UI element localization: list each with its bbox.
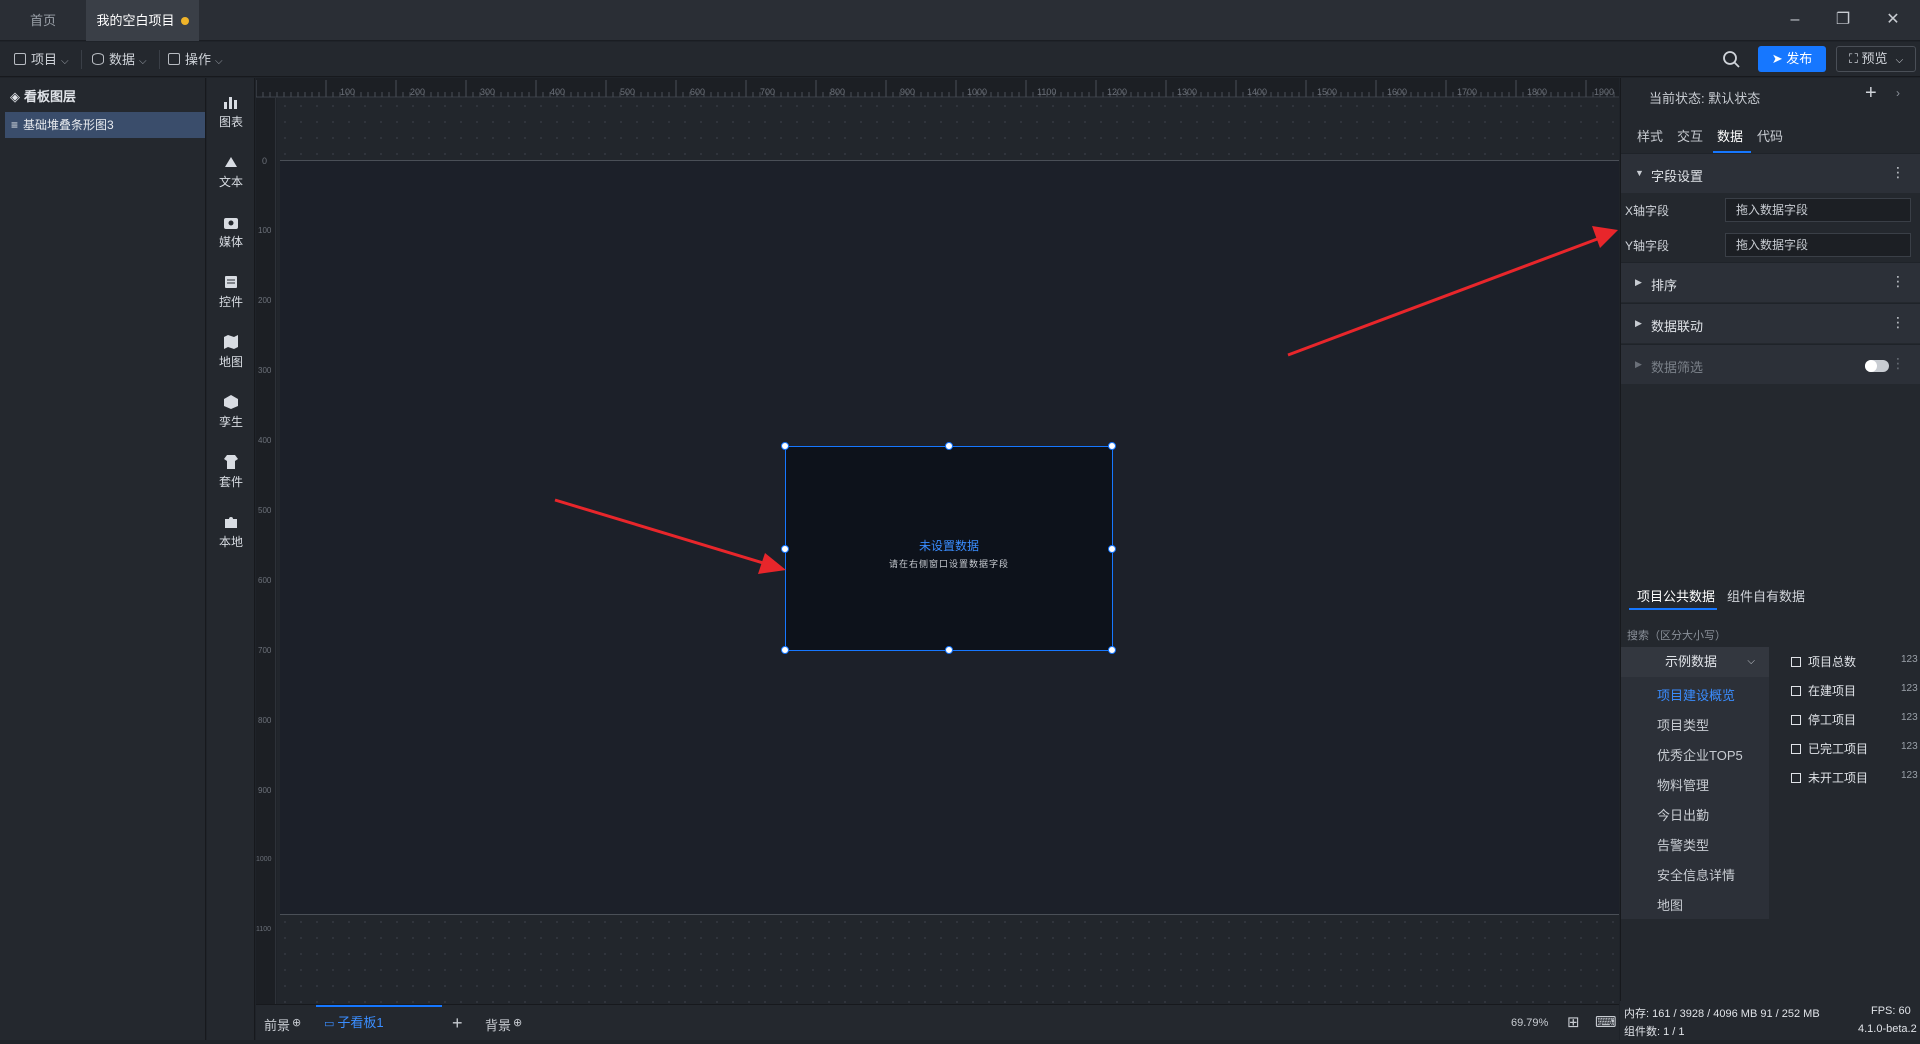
sub-board-tab[interactable]: ▭ 子看板1 (324, 1005, 384, 1041)
component-count: 组件数: 1 / 1 (1624, 1026, 1685, 1038)
tab-data[interactable]: 数据 (1717, 126, 1743, 145)
keyboard-icon[interactable]: ⌨ (1595, 1005, 1617, 1041)
chevron-right-icon[interactable]: › (1896, 86, 1900, 100)
background-tab[interactable]: 背景 ⊕ (485, 1005, 522, 1041)
tab-style[interactable]: 样式 (1637, 126, 1663, 145)
data-field-item[interactable]: 停工项目 (1791, 711, 1856, 728)
field-type: 123 (1901, 683, 1918, 694)
more-icon[interactable]: ⋮ (1891, 273, 1905, 290)
foreground-tab[interactable]: 前景 ⊕ (264, 1005, 301, 1041)
tab-interaction[interactable]: 交互 (1677, 126, 1703, 145)
data-field-item[interactable]: 项目总数 (1791, 653, 1856, 670)
dataset-item[interactable]: 告警类型 (1657, 835, 1709, 854)
annotation-arrow-right (1287, 236, 1601, 357)
field-checkbox[interactable] (1791, 686, 1801, 696)
dataset-item[interactable]: 项目建设概览 (1657, 685, 1735, 704)
data-field-item[interactable]: 已完工项目 (1791, 740, 1868, 757)
board-icon: ▭ (324, 1018, 335, 1030)
x-field-label: X轴字段 (1625, 204, 1670, 218)
zoom-level[interactable]: 69.79% (1511, 1005, 1548, 1041)
section-linkage[interactable]: ▶ 数据联动 ⋮ (1621, 303, 1920, 343)
bottom-bar: 前景 ⊕ ▭ 子看板1 + 背景 ⊕ 69.79% ⊞ ⌨ (256, 1004, 1619, 1040)
more-icon[interactable]: ⋮ (1891, 355, 1905, 372)
fit-screen-icon[interactable]: ⊞ (1567, 1005, 1580, 1041)
x-field-dropzone[interactable]: 拖入数据字段 (1725, 198, 1911, 222)
section-field-settings[interactable]: ▼ 字段设置 ⋮ (1621, 153, 1920, 193)
caret-right-icon: ▶ (1635, 277, 1642, 287)
data-field-item[interactable]: 在建项目 (1791, 682, 1856, 699)
dataset-item[interactable]: 安全信息详情 (1657, 865, 1735, 884)
current-state-value[interactable]: 默认状态 (1708, 91, 1760, 106)
dataset-item[interactable]: 优秀企业TOP5 (1657, 745, 1743, 764)
field-checkbox[interactable] (1791, 657, 1801, 667)
more-icon[interactable]: ⋮ (1891, 314, 1905, 331)
data-field-item[interactable]: 未开工项目 (1791, 769, 1868, 786)
field-checkbox[interactable] (1791, 773, 1801, 783)
version-label: 4.1.0-beta.2 (1858, 1023, 1917, 1035)
filter-toggle[interactable] (1865, 360, 1889, 372)
caret-right-icon: ▶ (1635, 359, 1642, 369)
y-field-dropzone[interactable]: 拖入数据字段 (1725, 233, 1911, 257)
dataset-item[interactable]: 项目类型 (1657, 715, 1709, 734)
annotation-arrowhead-left (758, 553, 786, 574)
active-tab-indicator (1629, 608, 1717, 610)
caret-right-icon: ▶ (1635, 318, 1642, 328)
more-icon[interactable]: ⋮ (1891, 164, 1905, 181)
field-type: 123 (1901, 654, 1918, 665)
dataset-search-input[interactable]: 搜索（区分大小写） (1627, 623, 1915, 649)
dataset-select[interactable]: 示例数据 ⌵ (1621, 647, 1769, 677)
field-checkbox[interactable] (1791, 744, 1801, 754)
section-filter[interactable]: ▶ 数据筛选 ⋮ (1621, 344, 1920, 384)
y-field-label: Y轴字段 (1625, 239, 1670, 253)
properties-panel: 当前状态: 默认状态 + › 样式 交互 数据 代码 ▼ 字段设置 ⋮ X轴字段… (1620, 78, 1920, 1001)
dataset-list: 示例数据 ⌵ 项目建设概览 项目类型 优秀企业TOP5 物料管理 今日出勤 告警… (1621, 647, 1769, 919)
annotation-arrowhead-right (1592, 226, 1618, 248)
caret-down-icon: ▼ (1635, 168, 1644, 178)
add-board-icon[interactable]: + (452, 1005, 463, 1041)
add-circle-icon: ⊕ (292, 1017, 302, 1029)
memory-usage: 内存: 161 / 3928 / 4096 MB 91 / 252 MB (1624, 1008, 1820, 1020)
current-state: 当前状态: 默认状态 (1649, 91, 1761, 106)
field-checkbox[interactable] (1791, 715, 1801, 725)
tab-component-data[interactable]: 组件自有数据 (1727, 586, 1805, 605)
tab-code[interactable]: 代码 (1757, 126, 1783, 145)
status-bar: 内存: 161 / 3928 / 4096 MB 91 / 252 MB FPS… (1620, 1001, 1920, 1040)
annotation-arrow-left (554, 498, 771, 567)
fps-counter: FPS: 60 (1871, 1005, 1911, 1017)
dataset-item[interactable]: 物料管理 (1657, 775, 1709, 794)
section-sort[interactable]: ▶ 排序 ⋮ (1621, 262, 1920, 302)
field-type: 123 (1901, 712, 1918, 723)
field-type: 123 (1901, 741, 1918, 752)
dataset-item[interactable]: 地图 (1657, 895, 1683, 914)
chevron-down-icon: ⌵ (1747, 656, 1755, 667)
toggle-knob (1865, 360, 1877, 372)
tab-project-data[interactable]: 项目公共数据 (1637, 586, 1715, 605)
dataset-item[interactable]: 今日出勤 (1657, 805, 1709, 824)
field-type: 123 (1901, 770, 1918, 781)
add-circle-icon: ⊕ (513, 1017, 523, 1029)
add-state-icon[interactable]: + (1865, 82, 1877, 105)
